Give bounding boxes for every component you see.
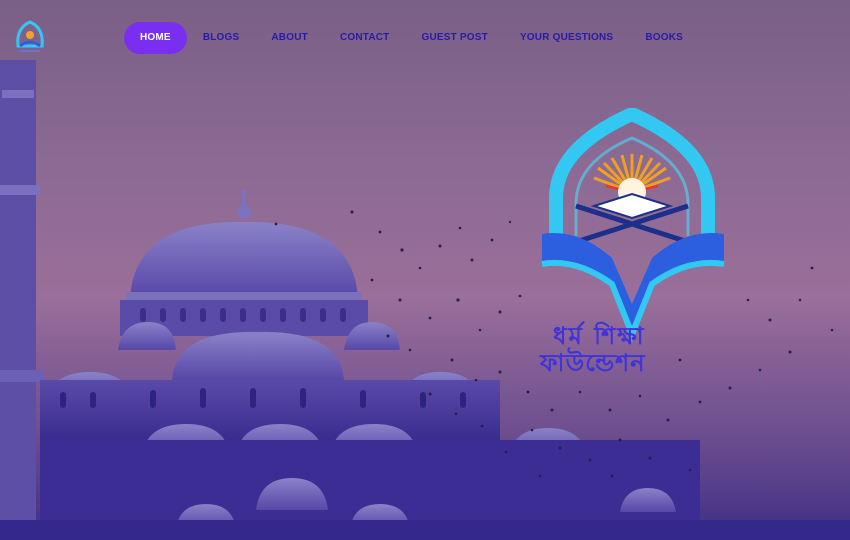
- nav-item-blogs[interactable]: BLOGS: [187, 22, 256, 54]
- nav-menu: HOME BLOGS ABOUT CONTACT GUEST POST YOUR…: [124, 22, 699, 54]
- nav-item-your-questions[interactable]: YOUR QUESTIONS: [504, 22, 629, 54]
- nav-item-contact[interactable]: CONTACT: [324, 22, 406, 54]
- site-logo[interactable]: [14, 20, 46, 56]
- nav-item-home[interactable]: HOME: [124, 22, 187, 54]
- nav-item-about[interactable]: ABOUT: [255, 22, 324, 54]
- brand-name-line-2: ফাউন্ডেশন: [540, 349, 646, 377]
- nav-item-books[interactable]: BOOKS: [629, 22, 699, 54]
- top-navigation: HOME BLOGS ABOUT CONTACT GUEST POST YOUR…: [0, 20, 850, 56]
- nav-item-guest-post[interactable]: GUEST POST: [405, 22, 503, 54]
